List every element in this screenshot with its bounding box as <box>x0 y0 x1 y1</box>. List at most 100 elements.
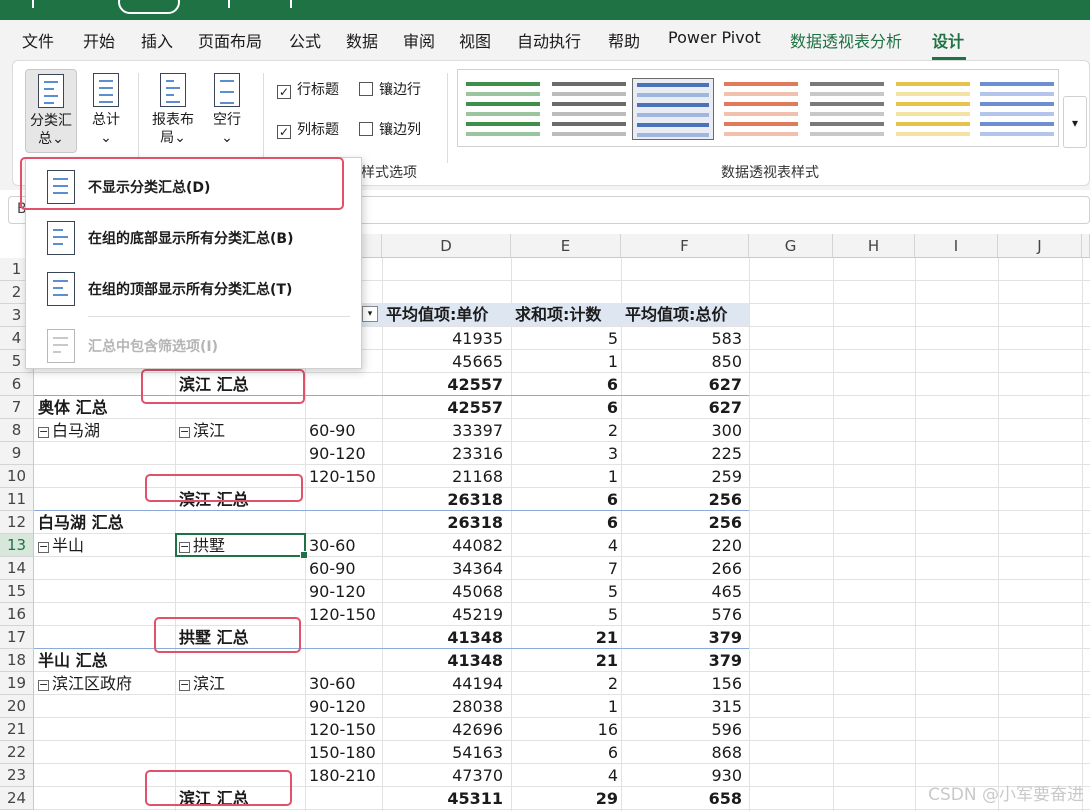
pivot-cell-avg-total[interactable]: 256 <box>621 488 742 511</box>
pivot-cell-district[interactable] <box>179 511 305 534</box>
pivot-cell-size-range[interactable] <box>309 373 382 396</box>
row-header[interactable]: 24 <box>0 787 34 810</box>
pivot-cell-area[interactable]: − 滨江区政府 <box>38 672 175 695</box>
pivot-cell-avg-price[interactable]: 41348 <box>382 649 503 672</box>
collapse-icon[interactable]: − <box>179 426 190 438</box>
menu-item-show-subtotals-at-bottom[interactable]: 在组的底部显示所有分类汇总(B) <box>26 215 361 261</box>
pivot-cell-sum-count[interactable]: 7 <box>511 557 618 580</box>
pivot-cell-area[interactable]: − 半山 <box>38 534 175 557</box>
tab-data[interactable]: 数据 <box>346 28 378 52</box>
pivot-cell-district[interactable]: − 滨江 <box>179 672 305 695</box>
redo-icon-fragment[interactable] <box>290 0 300 8</box>
collapse-icon[interactable]: − <box>38 679 49 691</box>
row-header[interactable]: 19 <box>0 672 34 695</box>
collapse-icon[interactable]: − <box>38 426 49 438</box>
tab-automate[interactable]: 自动执行 <box>517 28 581 52</box>
pivot-cell-sum-count[interactable]: 5 <box>511 603 618 626</box>
pivot-cell-size-range[interactable]: 90-120 <box>309 580 382 603</box>
pivot-cell-sum-count[interactable]: 5 <box>511 327 618 350</box>
pivot-cell-avg-price[interactable]: 44194 <box>382 672 503 695</box>
pivot-cell-avg-total[interactable]: 256 <box>621 511 742 534</box>
pivot-cell-area[interactable] <box>38 718 175 741</box>
pivot-cell-sum-count[interactable]: 1 <box>511 465 618 488</box>
pivot-cell-avg-price[interactable]: 42557 <box>382 373 503 396</box>
pivot-cell-size-range[interactable]: 30-60 <box>309 672 382 695</box>
row-header[interactable]: 17 <box>0 626 34 649</box>
row-header[interactable]: 16 <box>0 603 34 626</box>
row-header[interactable]: 13 <box>0 534 34 557</box>
tab-insert[interactable]: 插入 <box>141 28 173 52</box>
pivot-cell-avg-total[interactable]: 868 <box>621 741 742 764</box>
pivot-cell-sum-count[interactable]: 3 <box>511 442 618 465</box>
pivot-cell-avg-price[interactable]: 41348 <box>382 626 503 649</box>
column-header-h[interactable]: H <box>833 234 915 258</box>
pivot-cell-avg-price[interactable]: 34364 <box>382 557 503 580</box>
pivot-cell-sum-count[interactable]: 6 <box>511 373 618 396</box>
pivot-header-avg-total[interactable]: 平均值项:总价 <box>625 303 748 326</box>
pivot-cell-avg-total[interactable]: 465 <box>621 580 742 603</box>
pivot-cell-sum-count[interactable]: 1 <box>511 350 618 373</box>
row-header[interactable]: 6 <box>0 373 34 396</box>
collapse-icon[interactable]: − <box>38 541 49 553</box>
pivot-header-sum-count[interactable]: 求和项:计数 <box>515 303 620 326</box>
pivot-cell-avg-total[interactable]: 300 <box>621 419 742 442</box>
column-headers-checkbox[interactable]: ✓ 列标题 <box>277 119 339 139</box>
pivot-style-swatch[interactable] <box>976 78 1058 140</box>
pivot-cell-size-range[interactable] <box>309 649 382 672</box>
pivot-style-swatch[interactable] <box>548 78 630 140</box>
pivot-cell-sum-count[interactable]: 5 <box>511 580 618 603</box>
pivot-cell-avg-price[interactable]: 26318 <box>382 488 503 511</box>
row-header[interactable]: 18 <box>0 649 34 672</box>
pivot-cell-district[interactable] <box>179 557 305 580</box>
row-header[interactable]: 21 <box>0 718 34 741</box>
column-header-g[interactable]: G <box>749 234 833 258</box>
pivot-style-swatch[interactable] <box>806 78 888 140</box>
column-header-i[interactable]: I <box>915 234 998 258</box>
pivot-cell-sum-count[interactable]: 6 <box>511 396 618 419</box>
pivot-cell-district[interactable] <box>179 741 305 764</box>
pivot-cell-sum-count[interactable]: 16 <box>511 718 618 741</box>
pivot-cell-area[interactable] <box>38 741 175 764</box>
pivot-cell-avg-total[interactable]: 850 <box>621 350 742 373</box>
pivot-cell-size-range[interactable]: 60-90 <box>309 419 382 442</box>
row-header[interactable]: 14 <box>0 557 34 580</box>
pivot-cell-size-range[interactable]: 30-60 <box>309 534 382 557</box>
pivot-cell-sum-count[interactable]: 21 <box>511 626 618 649</box>
pivot-cell-district[interactable] <box>179 718 305 741</box>
tab-power-pivot[interactable]: Power Pivot <box>668 28 761 47</box>
blank-rows-button[interactable]: 空行 ⌄ <box>205 69 249 153</box>
row-header[interactable]: 9 <box>0 442 34 465</box>
pivot-cell-avg-price[interactable]: 54163 <box>382 741 503 764</box>
pivot-cell-size-range[interactable]: 180-210 <box>309 764 382 787</box>
pivot-cell-avg-price[interactable]: 45068 <box>382 580 503 603</box>
pivot-cell-size-range[interactable]: 120-150 <box>309 465 382 488</box>
tab-design[interactable]: 设计 <box>932 28 964 52</box>
pivot-cell-size-range[interactable] <box>309 488 382 511</box>
pivot-cell-district[interactable] <box>179 580 305 603</box>
pivot-cell-avg-total[interactable]: 379 <box>621 626 742 649</box>
pivot-cell-sum-count[interactable]: 6 <box>511 741 618 764</box>
pivot-style-swatch[interactable] <box>720 78 802 140</box>
row-header[interactable]: 8 <box>0 419 34 442</box>
grand-totals-button[interactable]: 总计 ⌄ <box>83 69 129 153</box>
row-header[interactable]: 7 <box>0 396 34 419</box>
pivot-style-swatch[interactable] <box>462 78 544 140</box>
report-layout-button[interactable]: 报表布 局⌄ <box>145 69 201 153</box>
pivot-cell-area[interactable] <box>38 442 175 465</box>
row-header[interactable]: 12 <box>0 511 34 534</box>
pivot-cell-avg-total[interactable]: 627 <box>621 373 742 396</box>
collapse-icon[interactable]: − <box>179 679 190 691</box>
pivot-cell-avg-total[interactable]: 315 <box>621 695 742 718</box>
pivot-cell-district[interactable] <box>179 695 305 718</box>
pivot-cell-avg-price[interactable]: 26318 <box>382 511 503 534</box>
gallery-more-button[interactable]: ▾ <box>1063 96 1087 148</box>
pivot-cell-area[interactable]: − 白马湖 <box>38 419 175 442</box>
row-header[interactable]: 10 <box>0 465 34 488</box>
filter-dropdown-icon[interactable]: ▾ <box>362 306 378 322</box>
banded-rows-checkbox[interactable]: 镶边行 <box>359 79 421 99</box>
banded-columns-checkbox[interactable]: 镶边列 <box>359 119 421 139</box>
pivot-cell-avg-total[interactable]: 220 <box>621 534 742 557</box>
pivot-header-avg-price[interactable]: 平均值项:单价 <box>386 303 510 326</box>
pivot-cell-avg-price[interactable]: 23316 <box>382 442 503 465</box>
pivot-cell-avg-total[interactable]: 576 <box>621 603 742 626</box>
